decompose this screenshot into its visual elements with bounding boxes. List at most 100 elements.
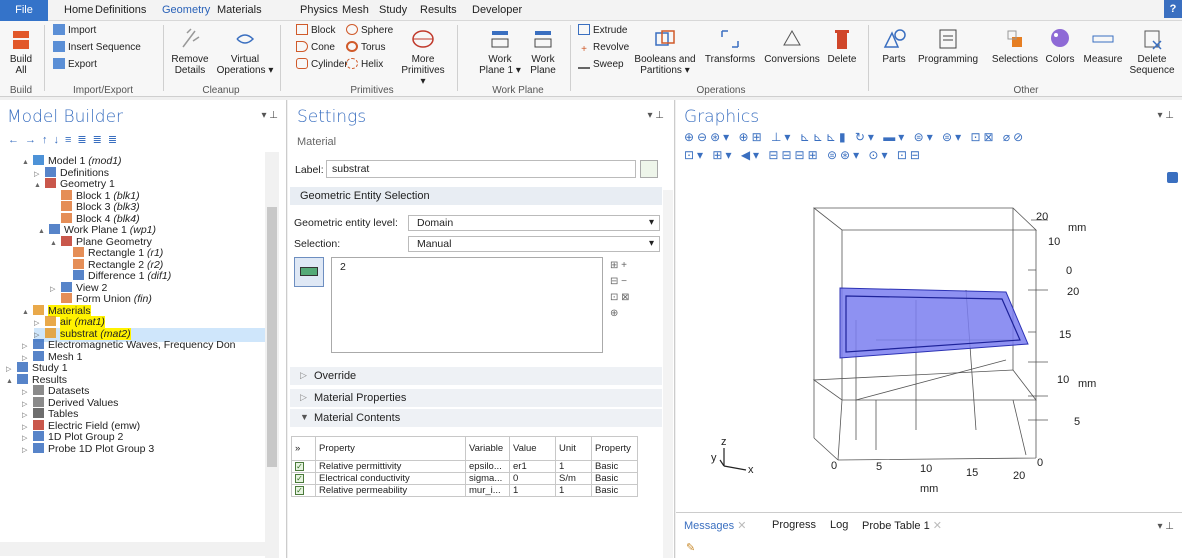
tab-definitions[interactable]: Definitions bbox=[95, 0, 146, 21]
extrude-button[interactable]: Extrude bbox=[578, 23, 627, 39]
work-plane-1-button[interactable]: Work Plane 1 ▾ bbox=[478, 27, 522, 76]
table-row[interactable]: ✓ Electrical conductivity sigma... 0 S/m Basi… bbox=[291, 472, 638, 485]
tab-home[interactable]: Home bbox=[64, 0, 93, 21]
table-cell[interactable]: Basic bbox=[591, 460, 638, 473]
checkbox-checked-icon[interactable]: ✓ bbox=[295, 474, 304, 483]
expand-down-icon[interactable]: ▲ bbox=[6, 375, 17, 388]
expand-down-icon[interactable]: ▲ bbox=[34, 179, 45, 192]
delete-button[interactable]: Delete bbox=[824, 27, 860, 65]
activate-selection-toggle[interactable] bbox=[294, 257, 324, 287]
export-button[interactable]: Export bbox=[53, 57, 97, 73]
tab-physics[interactable]: Physics bbox=[300, 0, 338, 21]
help-button[interactable]: ? bbox=[1164, 0, 1182, 18]
measure-button[interactable]: Measure bbox=[1080, 27, 1126, 65]
conversions-button[interactable]: Conversions bbox=[761, 27, 823, 65]
tab-study[interactable]: Study bbox=[379, 0, 407, 21]
material-contents-section[interactable]: Material Contents bbox=[290, 409, 662, 427]
table-cell[interactable]: S/m bbox=[555, 472, 592, 485]
tab-geometry[interactable]: Geometry bbox=[162, 0, 210, 21]
selection-select[interactable]: Manual bbox=[408, 236, 660, 252]
colors-button[interactable]: Colors bbox=[1041, 27, 1079, 65]
cylinder-button[interactable]: Cylinder bbox=[296, 57, 348, 73]
table-cell[interactable]: Electrical conductivity bbox=[315, 472, 466, 485]
tab-developer[interactable]: Developer bbox=[472, 0, 522, 21]
expand-down-icon[interactable]: ▲ bbox=[22, 156, 33, 169]
tab-progress[interactable]: Progress bbox=[772, 519, 816, 531]
file-menu[interactable]: File bbox=[0, 0, 48, 21]
table-cell[interactable]: 0 bbox=[509, 472, 556, 485]
more-primitives-button[interactable]: More Primitives ▾ bbox=[398, 27, 448, 87]
panel-pin-icon[interactable]: ▾ ⊥ bbox=[261, 110, 278, 121]
revolve-button[interactable]: + Revolve bbox=[578, 40, 629, 56]
selection-item[interactable]: 2 bbox=[340, 261, 346, 273]
table-cell[interactable]: epsilo... bbox=[465, 460, 510, 473]
model-builder-toolbar[interactable]: ←→↑↓≡≣≣≣ bbox=[8, 133, 123, 146]
view-icon bbox=[61, 281, 72, 292]
table-cell[interactable]: Basic bbox=[591, 484, 638, 497]
table-row[interactable]: ✓ Relative permeability mur_i... 1 1 Basic bbox=[291, 484, 638, 497]
table-cell[interactable]: Relative permittivity bbox=[315, 460, 466, 473]
programming-button[interactable]: Programming bbox=[912, 27, 984, 65]
transforms-button[interactable]: Transforms bbox=[703, 27, 757, 65]
selection-tools[interactable]: ⊞ + ⊟ − ⊡ ⊠ ⊕ bbox=[610, 258, 630, 322]
expand-down-icon[interactable]: ▲ bbox=[50, 237, 61, 250]
messages-pin-icon[interactable]: ▾ ⊥ bbox=[1157, 521, 1174, 532]
table-row[interactable]: ✓ Relative permittivity epsilo... er1 1 Basic bbox=[291, 460, 638, 473]
entity-level-select[interactable]: Domain bbox=[408, 215, 660, 231]
sweep-button[interactable]: Sweep bbox=[578, 57, 624, 73]
col-unit[interactable]: Unit bbox=[555, 436, 592, 461]
table-cell[interactable]: er1 bbox=[509, 460, 556, 473]
work-plane-button[interactable]: Work Plane bbox=[526, 27, 560, 76]
tab-materials[interactable]: Materials bbox=[217, 0, 262, 21]
col-property[interactable]: Property bbox=[315, 436, 466, 461]
tab-messages[interactable]: Messages ✕ bbox=[684, 519, 746, 532]
override-section[interactable]: Override bbox=[290, 367, 662, 385]
build-all-button[interactable]: Build All bbox=[6, 29, 36, 76]
label-edit-button[interactable] bbox=[640, 160, 658, 178]
tab-mesh[interactable]: Mesh bbox=[342, 0, 369, 21]
col-value[interactable]: Value bbox=[509, 436, 556, 461]
expand-down-icon[interactable]: ▲ bbox=[22, 306, 33, 319]
tree-hscrollbar[interactable] bbox=[0, 542, 265, 556]
booleans-partitions-button[interactable]: Booleans and Partitions ▾ bbox=[634, 27, 696, 76]
remove-details-button[interactable]: Remove Details bbox=[168, 27, 212, 76]
settings-scrollbar[interactable] bbox=[663, 190, 673, 558]
block-button[interactable]: Block bbox=[296, 23, 335, 39]
tree-scrollbar[interactable] bbox=[265, 152, 279, 558]
sphere-button[interactable]: Sphere bbox=[346, 23, 393, 39]
selections-button[interactable]: Selections bbox=[988, 27, 1042, 65]
geometric-entity-selection-header[interactable]: Geometric Entity Selection bbox=[290, 187, 662, 205]
virtual-operations-button[interactable]: Virtual Operations ▾ bbox=[216, 27, 274, 76]
label-input[interactable]: substrat bbox=[326, 160, 636, 178]
material-properties-section[interactable]: Material Properties bbox=[290, 389, 662, 407]
import-button[interactable]: Import bbox=[53, 23, 96, 39]
tree-item-probe-plot-group[interactable]: ▷ Probe 1D Plot Group 3 bbox=[22, 442, 154, 457]
table-cell[interactable]: Relative permeability bbox=[315, 484, 466, 497]
tab-probe-table[interactable]: Probe Table 1 ✕ bbox=[862, 519, 942, 532]
tree-item-tag: (mat1) bbox=[74, 316, 105, 328]
table-cell[interactable]: 1 bbox=[509, 484, 556, 497]
table-cell[interactable]: mur_i... bbox=[465, 484, 510, 497]
col-property-group[interactable]: Property bbox=[591, 436, 638, 461]
selection-list[interactable]: 2 bbox=[331, 257, 603, 353]
insert-sequence-button[interactable]: Insert Sequence bbox=[53, 40, 141, 56]
clear-messages-icon[interactable]: ✎ bbox=[686, 541, 695, 554]
torus-button[interactable]: Torus bbox=[346, 40, 385, 56]
table-cell[interactable]: sigma... bbox=[465, 472, 510, 485]
cone-button[interactable]: Cone bbox=[296, 40, 335, 56]
settings-pin-icon[interactable]: ▾ ⊥ bbox=[647, 110, 664, 121]
expand-down-icon[interactable]: ▲ bbox=[38, 225, 49, 238]
delete-sequence-button[interactable]: Delete Sequence bbox=[1128, 27, 1176, 76]
col-variable[interactable]: Variable bbox=[465, 436, 510, 461]
checkbox-checked-icon[interactable]: ✓ bbox=[295, 486, 304, 495]
parts-button[interactable]: Parts bbox=[876, 27, 912, 65]
helix-button[interactable]: Helix bbox=[346, 57, 383, 73]
table-cell[interactable]: 1 bbox=[555, 484, 592, 497]
tab-results[interactable]: Results bbox=[420, 0, 457, 21]
rectangle-icon bbox=[73, 247, 84, 257]
tab-log[interactable]: Log bbox=[830, 519, 848, 531]
table-cell[interactable]: 1 bbox=[555, 460, 592, 473]
table-cell[interactable]: Basic bbox=[591, 472, 638, 485]
expand-right-icon[interactable]: ▷ bbox=[22, 444, 33, 457]
checkbox-checked-icon[interactable]: ✓ bbox=[295, 462, 304, 471]
